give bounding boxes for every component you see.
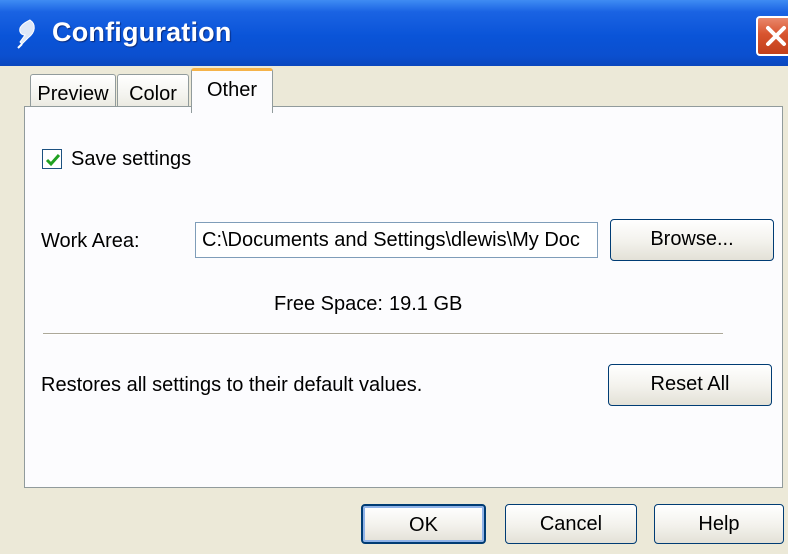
help-button[interactable]: Help [654, 504, 784, 544]
title-bar[interactable]: Configuration [0, 0, 788, 66]
close-button[interactable] [756, 16, 788, 56]
checkmark-icon [45, 154, 61, 167]
free-space-value: 19.1 GB [389, 293, 463, 315]
browse-button[interactable]: Browse... [610, 219, 774, 261]
cancel-button[interactable]: Cancel [505, 504, 637, 544]
work-area-label: Work Area: [41, 230, 140, 252]
separator [43, 333, 723, 335]
tab-other[interactable]: Other [191, 68, 273, 113]
tab-panel-other: Save settings Work Area: Browse... Free … [24, 106, 783, 488]
work-area-input[interactable] [195, 222, 598, 258]
ok-button[interactable]: OK [361, 504, 486, 544]
save-settings-label[interactable]: Save settings [71, 148, 191, 171]
window-title: Configuration [52, 17, 232, 47]
close-icon [766, 26, 786, 46]
feather-icon [12, 18, 42, 50]
restore-description: Restores all settings to their default v… [41, 374, 423, 396]
reset-all-button[interactable]: Reset All [608, 364, 772, 406]
tab-preview[interactable]: Preview [30, 74, 116, 110]
tab-color[interactable]: Color [117, 74, 189, 110]
free-space-label: Free Space: [274, 293, 383, 315]
save-settings-checkbox[interactable] [42, 149, 62, 169]
